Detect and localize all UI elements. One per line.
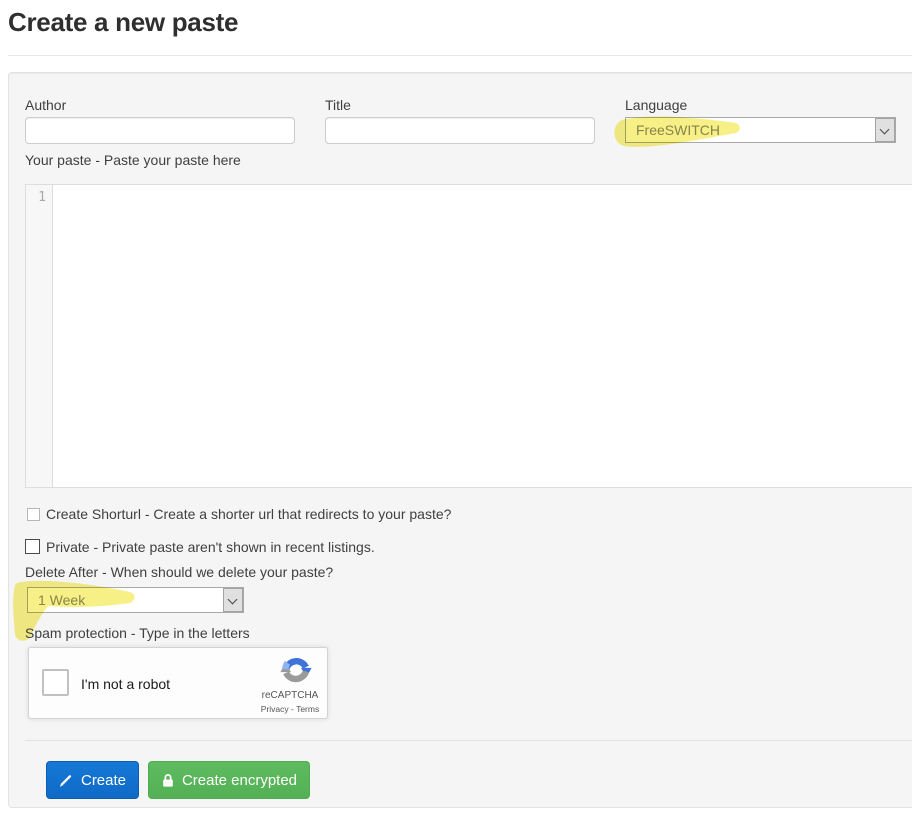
create-encrypted-button[interactable]: Create encrypted: [148, 761, 310, 799]
recaptcha-privacy-terms: Privacy - Terms: [253, 704, 327, 714]
delete-after-selected-value: 1 Week: [38, 592, 86, 608]
title-label: Title: [325, 97, 351, 113]
recaptcha-label: I'm not a robot: [81, 676, 171, 692]
language-select[interactable]: FreeSWITCH: [625, 117, 896, 143]
recaptcha-widget: I'm not a robot reCAPTCHA Privacy - Term…: [28, 647, 328, 719]
language-label: Language: [625, 97, 688, 113]
paste-label: Your paste - Paste your paste here: [25, 152, 241, 168]
author-label: Author: [25, 97, 67, 113]
create-button-label: Create: [80, 771, 127, 789]
private-label[interactable]: Private - Private paste aren't shown in …: [46, 539, 375, 555]
editor-line-gutter: 1: [26, 185, 53, 487]
shorturl-checkbox[interactable]: [27, 508, 40, 521]
delete-after-select-arrow-button[interactable]: [223, 588, 243, 612]
language-select-arrow-button[interactable]: [875, 118, 895, 142]
recaptcha-logo-icon: [280, 658, 312, 683]
language-selected-value: FreeSWITCH: [636, 122, 720, 138]
title-input[interactable]: [325, 117, 595, 144]
page-title: Create a new paste: [8, 7, 239, 37]
create-button[interactable]: Create: [46, 761, 139, 799]
header-divider: [8, 55, 912, 56]
spam-protection-label: Spam protection - Type in the letters: [25, 625, 250, 641]
create-encrypted-button-label: Create encrypted: [181, 771, 298, 789]
editor-line-number: 1: [38, 190, 46, 205]
pencil-icon: [60, 774, 72, 787]
form-footer-divider: [25, 740, 912, 741]
private-checkbox[interactable]: [25, 539, 40, 554]
chevron-down-icon: [879, 124, 890, 135]
shorturl-label[interactable]: Create Shorturl - Create a shorter url t…: [46, 506, 451, 522]
lock-icon: [163, 773, 173, 787]
delete-after-label: Delete After - When should we delete you…: [25, 564, 334, 580]
chevron-down-icon: [227, 594, 238, 605]
recaptcha-privacy-link[interactable]: Privacy: [261, 704, 289, 714]
recaptcha-brand-text: reCAPTCHA: [261, 690, 319, 701]
author-input[interactable]: [25, 117, 295, 144]
recaptcha-terms-link[interactable]: Terms: [296, 704, 319, 714]
delete-after-select[interactable]: 1 Week: [27, 587, 244, 613]
paste-editor[interactable]: 1: [25, 184, 912, 488]
recaptcha-checkbox[interactable]: [42, 669, 69, 696]
